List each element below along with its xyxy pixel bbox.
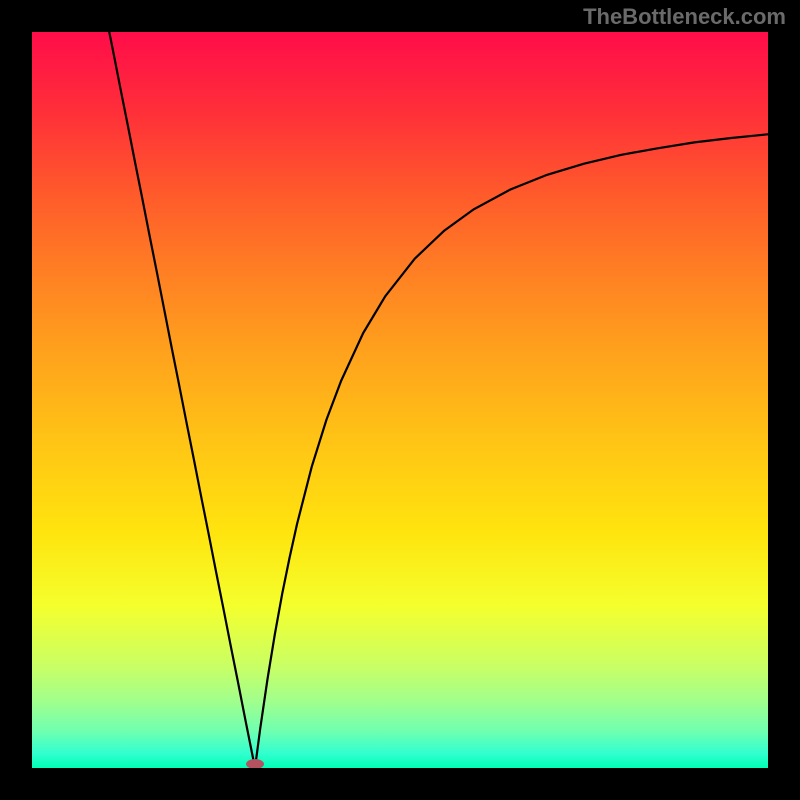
bottleneck-curve bbox=[109, 32, 768, 768]
trough-marker bbox=[246, 759, 264, 768]
watermark-text: TheBottleneck.com bbox=[583, 4, 786, 30]
plot-area bbox=[32, 32, 768, 768]
chart-container: TheBottleneck.com bbox=[0, 0, 800, 800]
curve-layer bbox=[32, 32, 768, 768]
